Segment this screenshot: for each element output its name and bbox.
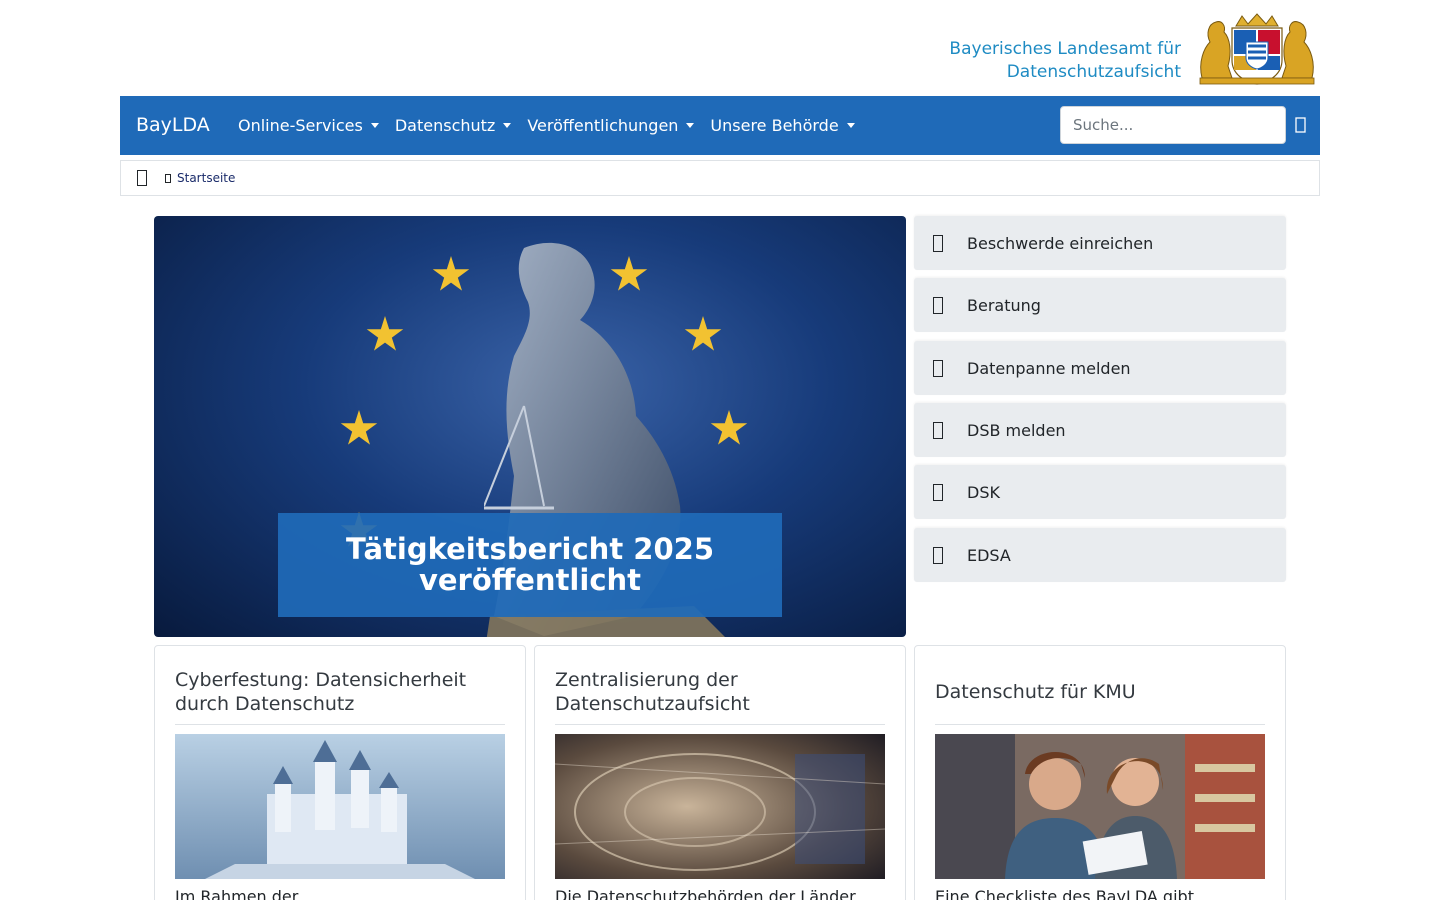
nav-item-label: Online-Services (238, 116, 363, 135)
nav-item-veroeffentlichungen[interactable]: Veröffentlichungen (519, 116, 702, 135)
hero-banner[interactable]: Tätigkeitsbericht 2025 veröffentlicht (154, 216, 906, 637)
breadcrumb: Startseite (120, 160, 1320, 196)
nav-item-label: Veröffentlichungen (527, 116, 679, 135)
quick-link-label: DSB melden (967, 420, 1066, 440)
brand-link[interactable]: BayLDA (136, 113, 210, 137)
nav-item-datenschutz[interactable]: Datenschutz (387, 116, 519, 135)
card-title[interactable]: Datenschutz für KMU (935, 680, 1267, 704)
card-image-castle[interactable] (175, 734, 505, 879)
search-button[interactable] (1288, 110, 1314, 140)
card-divider (555, 724, 885, 725)
complaint-icon (933, 235, 943, 252)
nav-item-label: Unsere Behörde (710, 116, 839, 135)
eu-star-icon (432, 256, 470, 291)
card-image-globe[interactable] (555, 734, 885, 879)
nav-item-unsere-behoerde[interactable]: Unsere Behörde (702, 116, 862, 135)
caret-down-icon (846, 123, 855, 128)
quick-link-label: Beschwerde einreichen (967, 233, 1154, 253)
bavarian-coat-of-arms-icon[interactable] (1196, 12, 1318, 86)
org-name-line2: Datenschutzaufsicht (1006, 62, 1181, 82)
card-text: Eine Checkliste des BayLDA gibt (935, 887, 1194, 900)
hero-caption[interactable]: Tätigkeitsbericht 2025 veröffentlicht (278, 513, 782, 617)
quick-link-label: DSK (967, 482, 1000, 502)
breadcrumb-label: Startseite (177, 171, 236, 185)
consultation-icon (933, 297, 943, 314)
quick-link-edsa[interactable]: EDSA (914, 528, 1286, 582)
quick-link-beratung[interactable]: Beratung (914, 278, 1286, 332)
quick-link-datenpanne[interactable]: Datenpanne melden (914, 341, 1286, 395)
quick-link-dsb[interactable]: DSB melden (914, 403, 1286, 457)
dpo-icon (933, 422, 943, 439)
card-title[interactable]: Zentralisierung der Datenschutzaufsicht (555, 668, 887, 716)
caret-down-icon (370, 123, 379, 128)
card-divider (175, 724, 505, 725)
search-input[interactable] (1060, 106, 1286, 144)
chevron-right-icon (165, 173, 171, 183)
caret-down-icon (686, 123, 695, 128)
quick-link-label: EDSA (967, 545, 1011, 565)
breadcrumb-item-startseite[interactable]: Startseite (165, 171, 235, 185)
news-card[interactable]: Datenschutz für KMU Eine Checkliste des … (914, 645, 1286, 900)
card-text: Die Datenschutzbehörden der Länder (555, 887, 856, 900)
card-image-shop-owners[interactable] (935, 734, 1265, 879)
eu-star-icon (340, 410, 378, 445)
dsk-icon (933, 484, 943, 501)
nav-item-online-services[interactable]: Online-Services (230, 116, 387, 135)
caret-down-icon (503, 123, 512, 128)
site-header: Bayerisches Landesamt für Datenschutzauf… (120, 0, 1320, 96)
quick-link-beschwerde[interactable]: Beschwerde einreichen (914, 216, 1286, 270)
main-navbar: BayLDA Online-Services Datenschutz Veröf… (120, 96, 1320, 155)
quick-link-label: Datenpanne melden (967, 358, 1131, 378)
quick-link-label: Beratung (967, 295, 1041, 315)
edsa-icon (933, 547, 943, 564)
nav-item-label: Datenschutz (394, 116, 496, 135)
eu-star-icon (366, 316, 404, 351)
card-text: Im Rahmen der (175, 887, 299, 900)
news-card[interactable]: Zentralisierung der Datenschutzaufsicht … (534, 645, 906, 900)
card-title[interactable]: Cyberfestung: Datensicherheit durch Date… (175, 668, 507, 716)
org-name[interactable]: Bayerisches Landesamt für Datenschutzauf… (949, 38, 1181, 84)
card-divider (935, 724, 1265, 725)
org-name-line1: Bayerisches Landesamt für (949, 39, 1181, 59)
news-card[interactable]: Cyberfestung: Datensicherheit durch Date… (154, 645, 526, 900)
nav-menu: Online-Services Datenschutz Veröffentlic… (230, 96, 863, 155)
quick-link-dsk[interactable]: DSK (914, 465, 1286, 519)
data-breach-icon (933, 360, 943, 377)
search-icon (1295, 117, 1306, 133)
home-icon[interactable] (137, 170, 147, 186)
